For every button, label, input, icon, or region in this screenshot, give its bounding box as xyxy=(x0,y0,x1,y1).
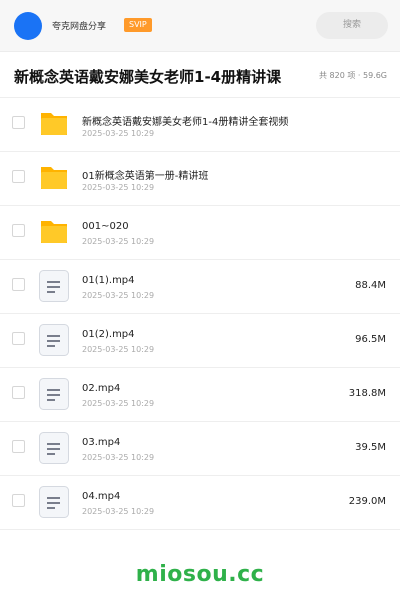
select-checkbox[interactable] xyxy=(12,332,25,345)
select-checkbox[interactable] xyxy=(12,440,25,453)
folder-icon xyxy=(38,162,70,194)
item-date: 2025-03-25 10:29 xyxy=(82,291,155,300)
document-icon xyxy=(38,432,70,464)
top-bar: 夸克网盘分享 SVIP 搜索 xyxy=(0,0,400,52)
document-icon xyxy=(38,270,70,302)
folder-icon xyxy=(38,216,70,248)
select-checkbox[interactable] xyxy=(12,278,25,291)
watermark: miosou.cc xyxy=(135,562,265,587)
item-name: 01(1).mp4 xyxy=(82,275,135,286)
document-icon xyxy=(38,378,70,410)
item-date: 2025-03-25 10:29 xyxy=(82,399,155,408)
list-item[interactable]: 新概念英语戴安娜美女老师1-4册精讲全套视频 2025-03-25 10:29 xyxy=(0,98,400,152)
item-name: 03.mp4 xyxy=(82,437,121,448)
title-row: 新概念英语戴安娜美女老师1-4册精讲课 共 820 项 · 59.6G xyxy=(0,52,400,98)
item-size: 318.8M xyxy=(348,388,386,399)
list-item[interactable]: 01(2).mp4 2025-03-25 10:29 96.5M xyxy=(0,314,400,368)
item-size: 239.0M xyxy=(348,496,386,507)
select-checkbox[interactable] xyxy=(12,494,25,507)
item-date: 2025-03-25 10:29 xyxy=(82,345,155,354)
app-name: 夸克网盘分享 xyxy=(52,22,107,32)
item-name: 001~020 xyxy=(82,221,129,232)
list-item[interactable]: 04.mp4 2025-03-25 10:29 239.0M xyxy=(0,476,400,530)
file-list: 新概念英语戴安娜美女老师1-4册精讲全套视频 2025-03-25 10:29 01… xyxy=(0,98,400,530)
select-checkbox[interactable] xyxy=(12,224,25,237)
item-name: 新概念英语戴安娜美女老师1-4册精讲全套视频 xyxy=(82,117,289,128)
list-item[interactable]: 03.mp4 2025-03-25 10:29 39.5M xyxy=(0,422,400,476)
item-name: 02.mp4 xyxy=(82,383,121,394)
document-icon xyxy=(38,324,70,356)
search-button[interactable]: 搜索 xyxy=(316,12,388,39)
item-size: 96.5M xyxy=(355,334,386,345)
item-size: 39.5M xyxy=(355,442,386,453)
item-date: 2025-03-25 10:29 xyxy=(82,129,155,138)
folder-summary: 共 820 项 · 59.6G xyxy=(319,71,387,80)
list-item[interactable]: 02.mp4 2025-03-25 10:29 318.8M xyxy=(0,368,400,422)
list-item[interactable]: 001~020 2025-03-25 10:29 xyxy=(0,206,400,260)
list-item[interactable]: 01(1).mp4 2025-03-25 10:29 88.4M xyxy=(0,260,400,314)
item-name: 01新概念英语第一册-精讲班 xyxy=(82,171,209,182)
list-item[interactable]: 01新概念英语第一册-精讲班 2025-03-25 10:29 xyxy=(0,152,400,206)
select-checkbox[interactable] xyxy=(12,386,25,399)
page-title: 新概念英语戴安娜美女老师1-4册精讲课 xyxy=(14,68,282,86)
item-date: 2025-03-25 10:29 xyxy=(82,453,155,462)
avatar[interactable] xyxy=(14,12,42,40)
document-icon xyxy=(38,486,70,518)
item-name: 01(2).mp4 xyxy=(82,329,135,340)
item-date: 2025-03-25 10:29 xyxy=(82,237,155,246)
svip-badge: SVIP xyxy=(124,18,152,32)
item-size: 88.4M xyxy=(355,280,386,291)
item-date: 2025-03-25 10:29 xyxy=(82,507,155,516)
item-name: 04.mp4 xyxy=(82,491,121,502)
item-date: 2025-03-25 10:29 xyxy=(82,183,155,192)
folder-icon xyxy=(38,108,70,140)
select-checkbox[interactable] xyxy=(12,170,25,183)
select-checkbox[interactable] xyxy=(12,116,25,129)
